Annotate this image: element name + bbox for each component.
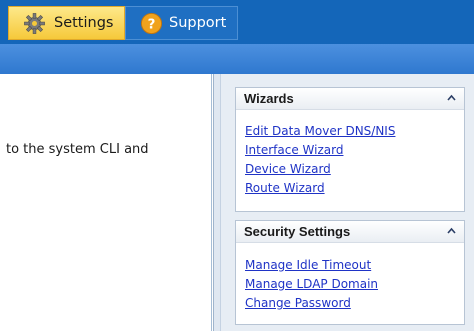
- security-settings-panel-title: Security Settings: [244, 224, 351, 239]
- security-settings-panel-header: Security Settings: [236, 221, 464, 243]
- manage-idle-timeout-link[interactable]: Manage Idle Timeout: [245, 256, 378, 275]
- sub-toolbar: [0, 44, 474, 74]
- tab-settings-label: Settings: [54, 15, 114, 31]
- svg-text:?: ?: [148, 17, 156, 32]
- tab-support[interactable]: ? Support: [125, 6, 238, 40]
- wizards-panel: Wizards Edit Data Mover DNS/NIS Interfac…: [235, 87, 465, 212]
- collapse-icon[interactable]: [447, 227, 456, 234]
- pane-splitter[interactable]: [213, 74, 221, 331]
- edit-data-mover-dns-nis-link[interactable]: Edit Data Mover DNS/NIS: [245, 122, 395, 141]
- help-icon: ?: [140, 12, 163, 35]
- security-settings-panel: Security Settings Manage Idle Timeout Ma…: [235, 220, 465, 325]
- tab-settings[interactable]: Settings: [8, 6, 125, 40]
- main-description-text: to the system CLI and: [6, 142, 149, 157]
- route-wizard-link[interactable]: Route Wizard: [245, 179, 395, 198]
- main-content-pane: to the system CLI and: [0, 74, 212, 331]
- wizards-panel-header: Wizards: [236, 88, 464, 110]
- change-password-link[interactable]: Change Password: [245, 294, 378, 313]
- tab-support-label: Support: [169, 15, 227, 31]
- wizards-panel-title: Wizards: [244, 91, 294, 106]
- device-wizard-link[interactable]: Device Wizard: [245, 160, 395, 179]
- top-navigation-bar: Settings ? Support: [0, 0, 474, 44]
- manage-ldap-domain-link[interactable]: Manage LDAP Domain: [245, 275, 378, 294]
- collapse-icon[interactable]: [447, 94, 456, 101]
- interface-wizard-link[interactable]: Interface Wizard: [245, 141, 395, 160]
- gear-icon: [24, 13, 45, 34]
